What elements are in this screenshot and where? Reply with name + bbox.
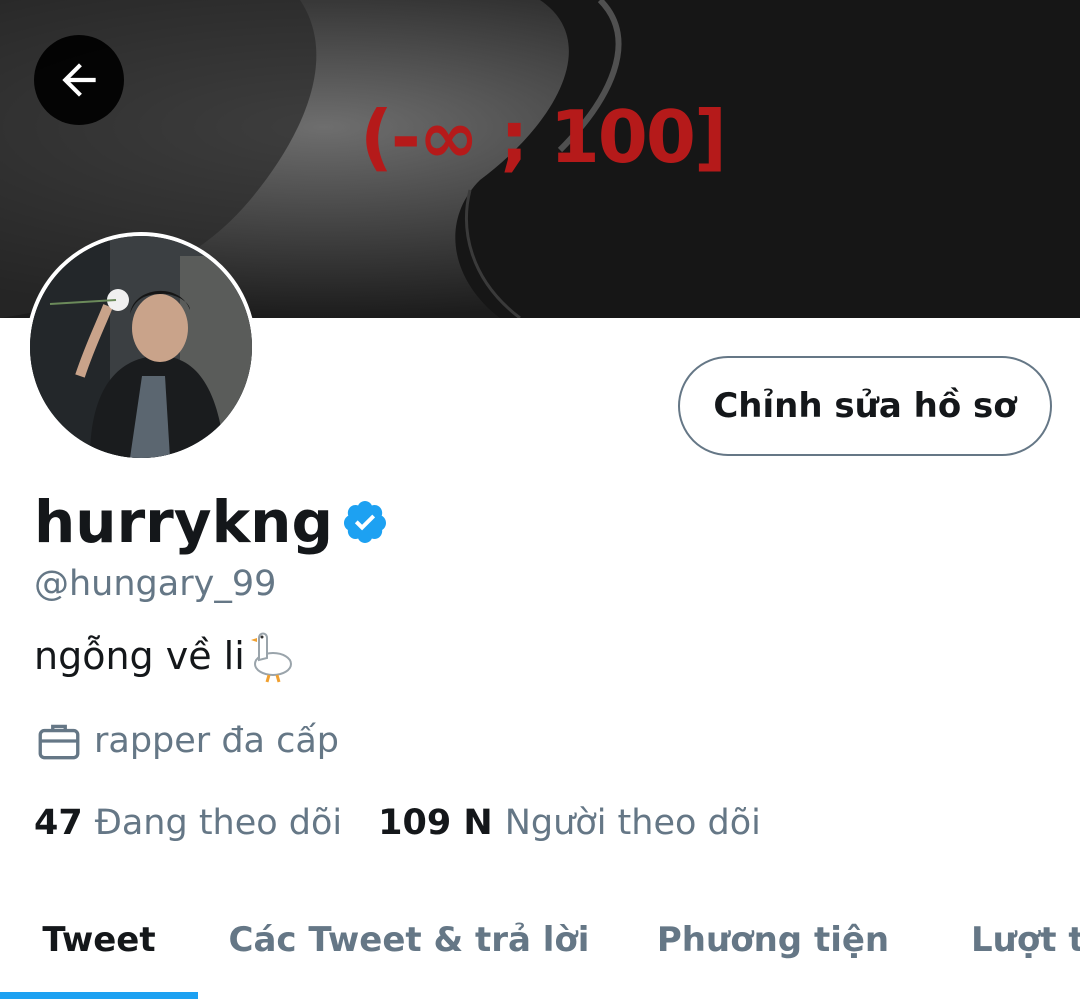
tab-likes[interactable]: Lượt thích (955, 880, 1080, 999)
active-tab-indicator (0, 992, 198, 999)
display-name: hurrykng (34, 488, 333, 556)
banner-text: (-∞ ; 100] (360, 95, 727, 179)
following-count: 47 (34, 803, 83, 843)
profession-text: rapper đa cấp (94, 721, 340, 761)
arrow-left-icon (62, 63, 96, 97)
bio: ngỗng về li (34, 628, 295, 684)
profession-row: rapper đa cấp (34, 716, 339, 766)
following-stat[interactable]: 47 Đang theo dõi (34, 798, 342, 848)
name-row: hurrykng (34, 486, 389, 558)
goose-emoji-icon (249, 628, 295, 684)
edit-profile-button[interactable]: Chỉnh sửa hồ sơ (678, 356, 1052, 456)
followers-label: Người theo dõi (504, 803, 761, 843)
followers-count: 109 N (378, 803, 493, 843)
avatar-image (30, 236, 252, 458)
following-label: Đang theo dõi (94, 803, 343, 843)
verified-badge-icon (341, 498, 389, 546)
tab-tweets-and-replies[interactable]: Các Tweet & trả lời (228, 880, 590, 999)
followers-stat[interactable]: 109 N Người theo dõi (378, 798, 761, 848)
profile-tabs: Tweet Các Tweet & trả lời Phương tiện Lư… (0, 880, 1080, 999)
avatar[interactable] (26, 232, 256, 462)
tab-media[interactable]: Phương tiện (648, 880, 898, 999)
tab-tweets[interactable]: Tweet (0, 880, 198, 999)
follow-stats: 47 Đang theo dõi 109 N Người theo dõi (34, 798, 761, 848)
user-handle: @hungary_99 (34, 564, 277, 604)
bio-text: ngỗng về li (34, 634, 245, 678)
back-button[interactable] (34, 35, 124, 125)
briefcase-icon (34, 716, 84, 766)
